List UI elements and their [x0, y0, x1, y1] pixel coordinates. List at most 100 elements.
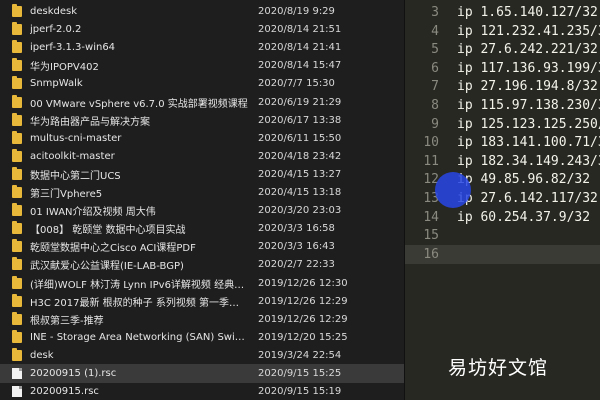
line-number: 4: [431, 23, 439, 39]
item-date: 2019/3/24 22:54: [258, 349, 342, 361]
item-date: 2020/9/15 15:19: [258, 386, 342, 398]
item-name: multus-cni-master: [30, 132, 122, 144]
item-date: 2020/6/17 13:38: [258, 114, 342, 126]
folder-row[interactable]: SnmpWalk 2020/7/7 15:30: [0, 74, 404, 93]
code-editor[interactable]: 3 ip 1.65.140.127/32 4 ip 121.232.41.235/32…: [405, 0, 600, 400]
folder-icon: [12, 275, 22, 289]
folder-icon: [12, 112, 22, 126]
line-number: 9: [431, 116, 439, 132]
line-text: ip 115.97.138.230/32: [457, 98, 600, 113]
item-date: 2019/12/20 15:25: [258, 331, 348, 343]
folder-row[interactable]: H3C 2017最新 根叔的种子 系列视频 第一季全... 2019/12/26 …: [0, 292, 404, 311]
line-number: 12: [423, 172, 439, 188]
folder-icon: [12, 185, 22, 198]
item-name: 乾颐堂数据中心之Cisco ACI课程PDF: [30, 243, 196, 255]
item-name: (详细)WOLF 林汀涛 Lynn IPv6详解视频 经典1...: [30, 279, 248, 291]
folder-row[interactable]: INE - Storage Area Networking (SAN) Swit…: [0, 328, 404, 347]
line-text: ip 27.196.194.8/32: [457, 79, 598, 95]
editor-line[interactable]: 6 ip 117.136.93.199/32: [405, 59, 600, 78]
line-text: ip 27.6.242.221/32: [457, 42, 598, 58]
folder-icon: [12, 40, 22, 54]
folder-row[interactable]: 01 IWAN介绍及视频 周大伟 2020/3/20 23:03: [0, 201, 404, 220]
mouse-cursor-highlight: [435, 172, 471, 208]
item-name: jperf-2.0.2: [30, 24, 82, 36]
folder-icon: [12, 166, 22, 180]
line-text: ip 49.85.96.82/32: [457, 172, 591, 188]
editor-line[interactable]: 9 ip 125.123.125.250/32: [405, 115, 600, 134]
folder-row[interactable]: multus-cni-master 2020/6/11 15:50: [0, 129, 404, 148]
item-name: 数据中心第二门UCS: [30, 170, 121, 182]
folder-row[interactable]: iperf-3.1.3-win64 2020/8/14 21:41: [0, 38, 404, 57]
editor-line[interactable]: 11 ip 182.34.149.243/32: [405, 152, 600, 171]
item-date: 2019/12/26 12:29: [258, 295, 348, 307]
editor-line[interactable]: 5 ip 27.6.242.221/32: [405, 40, 600, 59]
file-row[interactable]: 20200915.rsc 2020/9/15 15:19: [0, 382, 404, 400]
item-name: 01 IWAN介绍及视频 周大伟: [30, 207, 156, 219]
editor-line[interactable]: 8 ip 115.97.138.230/32: [405, 96, 600, 115]
folder-row[interactable]: 华为IPOPV402 2020/8/14 15:47: [0, 56, 404, 75]
folder-row[interactable]: 00 VMware vSphere v6.7.0 实战部署视频课程 2020/6/…: [0, 93, 404, 112]
file-icon: [12, 386, 22, 398]
folder-row[interactable]: 【008】 乾颐堂 数据中心项目实战 2020/3/3 16:58: [0, 219, 404, 238]
item-name: INE - Storage Area Networking (SAN) Swit…: [30, 331, 248, 343]
folder-row[interactable]: 乾颐堂数据中心之Cisco ACI课程PDF 2020/3/3 16:43: [0, 237, 404, 256]
folder-icon: [12, 311, 22, 325]
item-name: H3C 2017最新 根叔的种子 系列视频 第一季全...: [30, 297, 248, 309]
item-name: desk: [30, 349, 54, 361]
item-name: 【008】 乾颐堂 数据中心项目实战: [30, 225, 186, 237]
folder-row[interactable]: 数据中心第二门UCS 2020/4/15 13:27: [0, 165, 404, 184]
folder-icon: [12, 221, 22, 235]
item-date: 2019/12/26 12:30: [258, 277, 348, 289]
line-number: 3: [431, 5, 439, 20]
item-date: 2020/9/15 15:25: [258, 368, 342, 379]
item-name: acitoolkit-master: [30, 150, 115, 162]
item-name: 武汉献爱心公益课程(IE-LAB-BGP): [30, 261, 184, 273]
folder-icon: [12, 293, 22, 307]
line-number: 13: [423, 191, 439, 206]
folder-row[interactable]: (详细)WOLF 林汀涛 Lynn IPv6详解视频 经典1... 2019/12…: [0, 274, 404, 293]
editor-line[interactable]: 15: [405, 226, 600, 245]
folder-row[interactable]: jperf-2.0.2 2020/8/14 21:51: [0, 20, 404, 39]
editor-line[interactable]: 16: [405, 244, 600, 264]
line-number: 6: [431, 60, 439, 76]
folder-row[interactable]: 武汉献爱心公益课程(IE-LAB-BGP) 2020/2/7 22:33: [0, 255, 404, 274]
folder-row[interactable]: 根叔第三季-推荐 2019/12/26 12:29: [0, 310, 404, 329]
line-number: 8: [431, 98, 439, 113]
folder-row[interactable]: deskdesk 2020/8/19 9:29: [0, 2, 404, 21]
item-date: 2020/7/7 15:30: [258, 78, 335, 90]
folder-row[interactable]: 华为路由器产品与解决方案 2020/6/17 13:38: [0, 111, 404, 130]
folder-icon: [12, 94, 22, 108]
item-name: iperf-3.1.3-win64: [30, 42, 116, 54]
folder-icon: [12, 239, 22, 253]
item-name: deskdesk: [30, 6, 78, 17]
item-date: 2020/2/7 22:33: [258, 259, 335, 271]
folder-icon: [12, 329, 22, 343]
item-name: 华为路由器产品与解决方案: [30, 116, 150, 128]
editor-line[interactable]: 14 ip 60.254.37.9/32: [405, 208, 600, 227]
line-text: ip 125.123.125.250/32: [457, 116, 600, 132]
folder-row[interactable]: 第三门Vphere5 2020/4/15 13:18: [0, 183, 404, 202]
folder-row[interactable]: desk 2019/3/24 22:54: [0, 346, 404, 365]
line-text: ip 117.136.93.199/32: [457, 60, 600, 76]
file-row[interactable]: 20200915 (1).rsc 2020/9/15 15:25: [0, 364, 404, 383]
item-date: 2020/3/20 23:03: [258, 205, 342, 217]
editor-line[interactable]: 10 ip 183.141.100.71/32: [405, 133, 600, 152]
line-number: 10: [423, 135, 439, 151]
folder-icon: [12, 257, 22, 271]
editor-line[interactable]: 3 ip 1.65.140.127/32: [405, 3, 600, 22]
item-name: 00 VMware vSphere v6.7.0 实战部署视频课程: [30, 98, 248, 110]
editor-line[interactable]: 7 ip 27.196.194.8/32: [405, 77, 600, 96]
item-date: 2020/3/3 16:58: [258, 223, 335, 235]
item-date: 2020/6/19 21:29: [258, 96, 342, 108]
folder-icon: [12, 22, 22, 36]
line-text: ip 27.6.142.117/32: [457, 191, 598, 206]
editor-line[interactable]: 4 ip 121.232.41.235/32: [405, 22, 600, 41]
folder-icon: [12, 130, 22, 144]
folder-icon: [12, 148, 22, 162]
file-icon: [12, 368, 22, 379]
item-date: 2020/8/14 15:47: [258, 60, 342, 72]
folder-row[interactable]: acitoolkit-master 2020/4/18 23:42: [0, 147, 404, 166]
item-date: 2020/6/11 15:50: [258, 132, 342, 144]
folder-icon: [12, 58, 22, 72]
item-date: 2020/4/15 13:18: [258, 187, 342, 198]
